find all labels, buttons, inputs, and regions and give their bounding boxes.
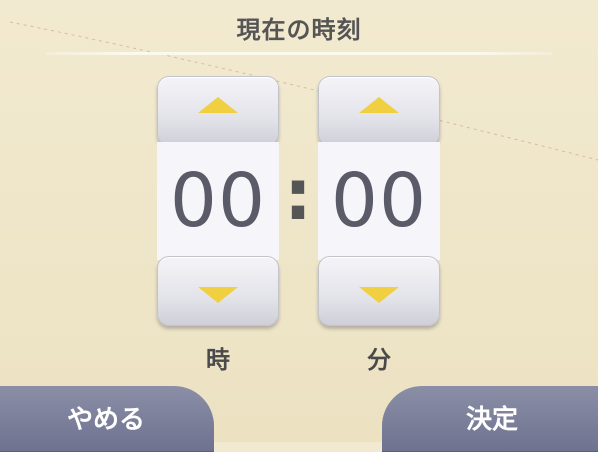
confirm-button-label: 決定	[465, 404, 518, 435]
minutes-increment-button[interactable]	[318, 76, 440, 146]
minutes-unit-label: 分	[367, 346, 391, 374]
cancel-button-label: やめる	[66, 404, 145, 435]
cancel-button[interactable]: やめる	[0, 386, 214, 452]
triangle-up-icon	[359, 97, 399, 113]
minutes-value: 00	[330, 158, 428, 244]
triangle-down-icon	[198, 287, 238, 303]
hours-increment-button[interactable]	[157, 76, 279, 146]
page-title: 現在の時刻	[236, 16, 362, 44]
minutes-decrement-button[interactable]	[318, 256, 440, 326]
hours-decrement-button[interactable]	[157, 256, 279, 326]
confirm-button[interactable]: 決定	[382, 386, 598, 452]
hours-unit-label: 時	[206, 346, 230, 374]
title-divider	[46, 52, 552, 55]
triangle-up-icon	[198, 97, 238, 113]
minutes-spinner: 00	[318, 76, 440, 330]
minutes-display: 00	[318, 142, 440, 260]
hours-display: 00	[157, 142, 279, 260]
hours-value: 00	[169, 158, 267, 244]
hours-spinner: 00	[157, 76, 279, 330]
triangle-down-icon	[359, 287, 399, 303]
time-separator: :	[284, 154, 312, 236]
